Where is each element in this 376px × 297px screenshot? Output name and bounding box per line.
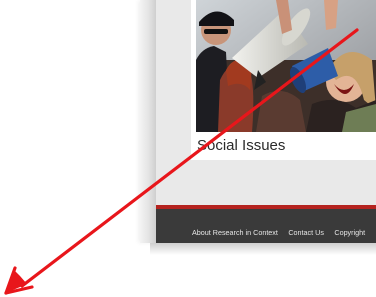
arrow-shaft <box>20 28 359 288</box>
annotation-arrow <box>4 28 359 295</box>
